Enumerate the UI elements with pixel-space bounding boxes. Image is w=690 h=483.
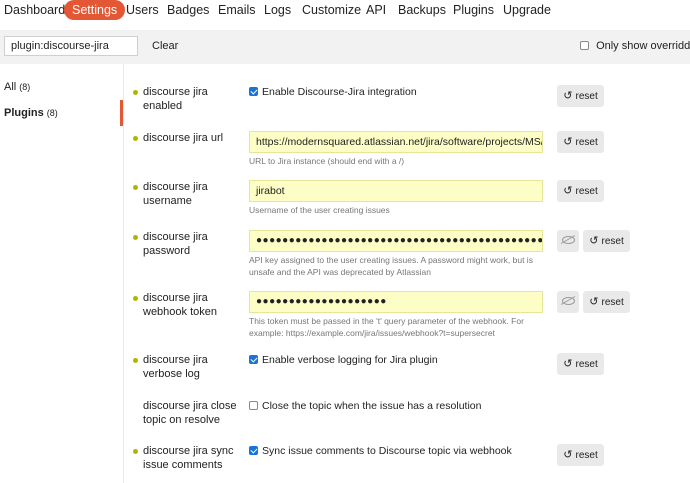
reset-label: reset [575,137,598,148]
category-label: Plugins [4,107,44,119]
undo-icon: ↺ [563,90,573,102]
category-plugins[interactable]: Plugins (8) [0,100,123,126]
setting-checkbox-label: Close the topic when the issue has a res… [262,400,482,412]
settings-filter-input[interactable] [4,36,138,56]
setting-name: discourse jira webhook token [143,292,217,318]
reset-button[interactable]: ↺ reset [557,444,604,466]
category-label: All [4,81,17,93]
reset-label: reset [575,450,598,461]
undo-icon: ↺ [563,185,573,197]
setting-description: Username of the user creating issues [249,205,390,215]
setting-name: discourse jira sync issue comments [143,445,234,471]
setting-description: URL to Jira instance (should end with a … [249,156,405,166]
undo-icon: ↺ [563,136,573,148]
eye-slash-icon [561,236,575,245]
setting-checkbox[interactable] [249,446,258,455]
jira-username-input[interactable]: jirabot [249,180,543,202]
filter-bar: Clear Only show overridden [0,30,690,64]
overridden-indicator [133,136,138,141]
setting-name: discourse jira password [143,231,208,257]
setting-checkbox-field[interactable]: Enable verbose logging for Jira plugin [249,353,438,367]
tab-dashboard[interactable]: Dashboard [4,0,65,20]
tab-logs[interactable]: Logs [264,0,291,20]
reset-label: reset [575,186,598,197]
overridden-indicator [133,296,138,301]
settings-category-sidebar: All (8) Plugins (8) [0,64,124,483]
setting-description: API key assigned to the user creating is… [249,255,533,277]
setting-checkbox-field[interactable]: Enable Discourse-Jira integration [249,85,417,99]
undo-icon: ↺ [563,358,573,370]
tab-backups[interactable]: Backups [398,0,446,20]
setting-checkbox-field[interactable]: Close the topic when the issue has a res… [249,399,481,413]
category-count: (8) [19,82,31,92]
tab-api[interactable]: API [366,0,386,20]
reset-button[interactable]: ↺ reset [557,353,604,375]
tab-upgrade[interactable]: Upgrade [503,0,551,20]
setting-checkbox-field[interactable]: Sync issue comments to Discourse topic v… [249,444,512,458]
setting-checkbox[interactable] [249,355,258,364]
reveal-password-button[interactable] [557,230,579,252]
setting-name: discourse jira url [143,132,224,144]
eye-slash-icon [561,297,575,306]
reveal-token-button[interactable] [557,291,579,313]
setting-checkbox[interactable] [249,401,258,410]
setting-checkbox-label: Enable Discourse-Jira integration [262,86,417,98]
webhook-token-input[interactable]: ●●●●●●●●●●●●●●●●●●●● [249,291,543,313]
jira-url-input[interactable]: https://modernsquared.atlassian.net/jira… [249,131,543,153]
setting-checkbox-label: Enable verbose logging for Jira plugin [262,354,438,366]
setting-checkbox[interactable] [249,87,258,96]
reset-label: reset [575,359,598,370]
tab-customize[interactable]: Customize [302,0,361,20]
admin-nav: Dashboard Settings Users Badges Emails L… [0,0,690,22]
reset-label: reset [575,91,598,102]
overridden-indicator [133,449,138,454]
setting-checkbox-label: Sync issue comments to Discourse topic v… [262,445,512,457]
tab-users[interactable]: Users [126,0,159,20]
undo-icon: ↺ [563,449,573,461]
overridden-indicator [133,235,138,240]
undo-icon: ↺ [589,235,599,247]
setting-name: discourse jira enabled [143,86,208,112]
jira-password-input[interactable]: ●●●●●●●●●●●●●●●●●●●●●●●●●●●●●●●●●●●●●●●●… [249,230,543,252]
only-overridden-toggle[interactable]: Only show overridden [580,40,690,52]
setting-name: discourse jira verbose log [143,354,208,380]
overridden-indicator [133,90,138,95]
reset-label: reset [601,236,624,247]
category-all[interactable]: All (8) [0,74,123,100]
tab-plugins[interactable]: Plugins [453,0,494,20]
setting-name: discourse jira username [143,181,208,207]
reset-button[interactable]: ↺ reset [583,230,630,252]
undo-icon: ↺ [589,296,599,308]
reset-label: reset [601,297,624,308]
only-overridden-label: Only show overridden [596,40,690,52]
tab-badges[interactable]: Badges [167,0,209,20]
reset-button[interactable]: ↺ reset [557,85,604,107]
clear-filter-button[interactable]: Clear [152,40,178,52]
category-count: (8) [46,108,58,118]
only-overridden-checkbox[interactable] [580,41,589,50]
setting-description: This token must be passed in the 't' que… [249,316,524,338]
tab-emails[interactable]: Emails [218,0,256,20]
overridden-indicator [133,358,138,363]
overridden-indicator [133,185,138,190]
reset-button[interactable]: ↺ reset [583,291,630,313]
reset-button[interactable]: ↺ reset [557,131,604,153]
tab-settings[interactable]: Settings [64,0,126,20]
reset-button[interactable]: ↺ reset [557,180,604,202]
setting-name: discourse jira close topic on resolve [143,400,237,426]
